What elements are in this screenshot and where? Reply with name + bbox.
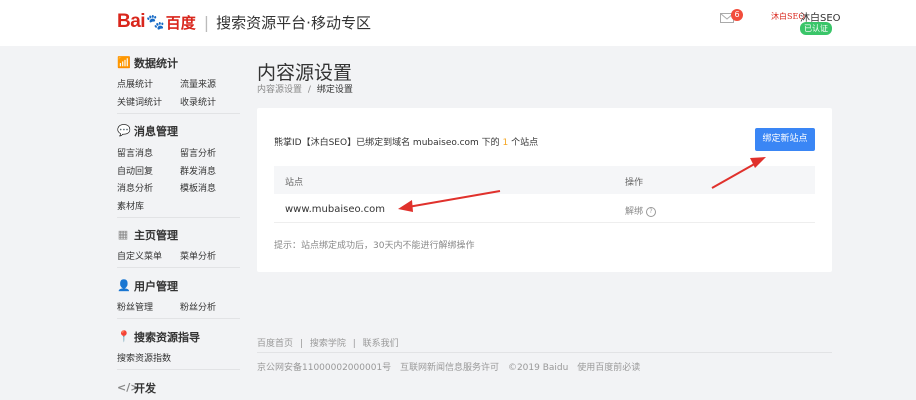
footer-separator: | (299, 339, 303, 349)
sidebar-item-impressions[interactable]: 点展统计 (117, 77, 153, 90)
sidebar-item-indexing[interactable]: 收录统计 (180, 95, 216, 108)
column-header-site: 站点 (285, 178, 304, 188)
table-header (274, 166, 815, 194)
sidebar-divider (117, 318, 240, 319)
chart-icon: 📶 (117, 56, 131, 69)
footer-news-license[interactable]: 互联网新闻信息服务许可 (400, 363, 499, 373)
sidebar-item-search-index[interactable]: 搜索资源指数 (117, 351, 171, 364)
sidebar-item-template-messages[interactable]: 模板消息 (180, 181, 216, 194)
sidebar-item-traffic-source[interactable]: 流量来源 (180, 77, 216, 90)
help-icon[interactable]: ? (646, 206, 657, 217)
verified-badge: 已认证 (800, 22, 832, 35)
sidebar-item-message-analysis[interactable]: 消息分析 (117, 181, 153, 194)
sidebar-divider (117, 217, 240, 218)
sidebar-section-messages[interactable]: 💬 消息管理 (117, 123, 178, 139)
bind-new-site-button[interactable]: 绑定新站点 (755, 128, 815, 151)
sidebar-item-comments[interactable]: 留言消息 (117, 146, 153, 159)
sidebar-divider (117, 113, 240, 114)
footer-link-search-academy[interactable]: 搜索学院 (310, 339, 346, 349)
sidebar-section-title: 消息管理 (134, 125, 178, 138)
unbind-tip: 提示：站点绑定成功后，30天内不能进行解绑操作 (274, 241, 475, 251)
logo-bai: Bai (117, 11, 146, 32)
code-icon: </> (117, 381, 140, 394)
footer-divider (257, 352, 832, 353)
sidebar-item-comment-analysis[interactable]: 留言分析 (180, 146, 216, 159)
message-icon: 💬 (117, 124, 131, 137)
site-count: 1 (502, 138, 509, 148)
page-title: 内容源设置 (257, 62, 353, 84)
baidu-logo[interactable]: Bai 🐾 百度 | 搜索资源平台·移动专区 (117, 10, 371, 34)
bind-info-text: 熊掌ID【沐白SEO】已绑定到域名 mubaiseo.com 下的 1 个站点 (274, 135, 538, 148)
sidebar-item-material-library[interactable]: 素材库 (117, 199, 144, 212)
user-icon: 👤 (117, 279, 131, 292)
sidebar-section-users[interactable]: 👤 用户管理 (117, 278, 178, 294)
platform-title: 搜索资源平台·移动专区 (216, 13, 371, 32)
footer-copyright: 京公网安备11000002000001号 互联网新闻信息服务许可 ©2019 B… (257, 360, 646, 373)
breadcrumb: 内容源设置 / 绑定设置 (257, 82, 353, 95)
sidebar-section-title: 搜索资源指导 (134, 331, 200, 344)
top-bar: Bai 🐾 百度 | 搜索资源平台·移动专区 6 沐白SEO 沐白SEO 已认证 (0, 0, 916, 46)
footer-link-contact-us[interactable]: 联系我们 (363, 339, 399, 349)
sidebar-section-homepage[interactable]: ▦ 主页管理 (117, 227, 178, 243)
avatar[interactable]: 沐白SEO (771, 11, 805, 23)
sidebar-section-title: 用户管理 (134, 280, 178, 293)
footer-links: 百度首页 | 搜索学院 | 联系我们 (257, 336, 403, 349)
sidebar-divider (117, 369, 240, 370)
footer-copyright-text: ©2019 Baidu (507, 363, 569, 373)
mail-count-badge: 6 (731, 9, 743, 21)
column-header-action: 操作 (625, 178, 644, 188)
breadcrumb-current: 绑定设置 (316, 85, 353, 95)
table-row-action: 解绑? (625, 204, 657, 217)
footer-icp[interactable]: 京公网安备11000002000001号 (257, 363, 391, 373)
sidebar-section-search-guide[interactable]: 📍 搜索资源指导 (117, 329, 200, 345)
breadcrumb-parent[interactable]: 内容源设置 (257, 85, 302, 95)
paw-icon: 🐾 (146, 13, 165, 31)
bind-info-prefix: 熊掌ID【沐白SEO】已绑定到域名 mubaiseo.com 下的 (274, 138, 500, 148)
footer-link-baidu-home[interactable]: 百度首页 (257, 339, 293, 349)
logo-separator: | (203, 12, 210, 32)
sidebar-section-title: 主页管理 (134, 229, 178, 242)
table-row-divider (274, 222, 815, 223)
bind-info-suffix: 个站点 (511, 138, 539, 148)
sidebar-item-fans-analysis[interactable]: 粉丝分析 (180, 300, 216, 313)
sidebar-divider (117, 267, 240, 268)
sidebar-item-keywords[interactable]: 关键词统计 (117, 95, 162, 108)
sidebar-item-auto-reply[interactable]: 自动回复 (117, 164, 153, 177)
location-icon: 📍 (117, 330, 131, 343)
table-row-site: www.mubaiseo.com (285, 204, 385, 215)
sidebar-item-menu-analysis[interactable]: 菜单分析 (180, 249, 216, 262)
sidebar-item-custom-menu[interactable]: 自定义菜单 (117, 249, 162, 262)
breadcrumb-separator: / (307, 85, 311, 95)
sidebar-item-fans[interactable]: 粉丝管理 (117, 300, 153, 313)
logo-du: 百度 (165, 13, 196, 32)
sidebar-section-data[interactable]: 📶 数据统计 (117, 55, 178, 71)
grid-icon: ▦ (117, 228, 129, 241)
sidebar: 📶 数据统计 点展统计 流量来源 关键词统计 收录统计 💬 消息管理 留言消息 … (117, 46, 240, 400)
sidebar-item-broadcast[interactable]: 群发消息 (180, 164, 216, 177)
sidebar-section-title: 数据统计 (134, 57, 178, 70)
unbind-link[interactable]: 解绑 (625, 207, 643, 217)
sidebar-section-title: 开发 (134, 382, 156, 395)
footer-terms[interactable]: 使用百度前必读 (577, 363, 640, 373)
footer-separator: | (352, 339, 356, 349)
sidebar-section-develop[interactable]: </> 开发 (117, 380, 156, 396)
